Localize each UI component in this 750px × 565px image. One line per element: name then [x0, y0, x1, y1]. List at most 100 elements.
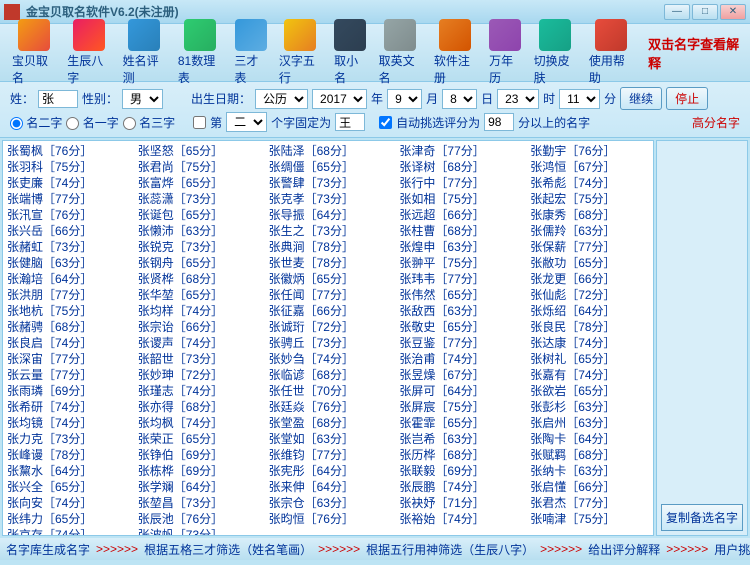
toolbar-宝贝取名[interactable]: 宝贝取名 — [8, 17, 59, 88]
name-item[interactable]: 张云量［77分］ — [5, 367, 128, 383]
name-item[interactable]: 张玮韦［77分］ — [397, 271, 520, 287]
name-item[interactable]: 张瀚培［64分］ — [5, 271, 128, 287]
name-item[interactable]: 张屏宸［75分］ — [397, 399, 520, 415]
toolbar-生辰八字[interactable]: 生辰八字 — [63, 17, 114, 88]
name-item[interactable]: 张译树［68分］ — [397, 159, 520, 175]
name-item[interactable]: 张京存［74分］ — [5, 527, 128, 536]
name-item[interactable]: 张兴岳［66分］ — [5, 223, 128, 239]
fix-char-input[interactable] — [335, 113, 365, 131]
name-list[interactable]: 张蜀枫［76分］张羽科［75分］张吏廉［74分］张端博［77分］张汛宣［76分］… — [2, 140, 654, 536]
name-item[interactable]: 张堂如［63分］ — [267, 431, 390, 447]
name-item[interactable]: 张临谚［68分］ — [267, 367, 390, 383]
name-item[interactable]: 张儒羚［63分］ — [528, 223, 651, 239]
continue-button[interactable]: 继续 — [620, 87, 662, 110]
name-item[interactable]: 张袂妤［71分］ — [397, 495, 520, 511]
month-select[interactable]: 9 — [387, 89, 422, 109]
name-item[interactable]: 张行中［77分］ — [397, 175, 520, 191]
toolbar-姓名评测[interactable]: 姓名评测 — [119, 17, 170, 88]
radio-2char[interactable]: 名二字 — [10, 114, 62, 131]
highscore-link[interactable]: 高分名字 — [692, 114, 740, 131]
name-item[interactable]: 张陶卡［64分］ — [528, 431, 651, 447]
name-item[interactable]: 张任闻［77分］ — [267, 287, 390, 303]
name-item[interactable]: 张吏廉［74分］ — [5, 175, 128, 191]
toolbar-汉字五行[interactable]: 汉字五行 — [275, 17, 326, 88]
name-item[interactable]: 张历桦［68分］ — [397, 447, 520, 463]
name-item[interactable]: 张汛宣［76分］ — [5, 207, 128, 223]
sex-select[interactable]: 男 — [122, 89, 163, 109]
name-item[interactable]: 张徽炳［65分］ — [267, 271, 390, 287]
name-item[interactable]: 张树礼［65分］ — [528, 351, 651, 367]
name-item[interactable]: 张蕊潇［73分］ — [136, 191, 259, 207]
name-item[interactable]: 张黧水［64分］ — [5, 463, 128, 479]
minimize-button[interactable]: — — [664, 4, 690, 20]
name-item[interactable]: 张来伸［64分］ — [267, 479, 390, 495]
name-item[interactable]: 张陆泽［68分］ — [267, 143, 390, 159]
name-item[interactable]: 张翀平［75分］ — [397, 255, 520, 271]
name-item[interactable]: 张荣正［65分］ — [136, 431, 259, 447]
name-item[interactable]: 张昀恒［76分］ — [267, 511, 390, 527]
name-item[interactable]: 张辰池［76分］ — [136, 511, 259, 527]
name-item[interactable]: 张纬力［65分］ — [5, 511, 128, 527]
name-item[interactable]: 张赭虹［73分］ — [5, 239, 128, 255]
name-item[interactable]: 张波帆［73分］ — [136, 527, 259, 536]
name-item[interactable]: 张良民［78分］ — [528, 319, 651, 335]
name-item[interactable]: 张宗诒［66分］ — [136, 319, 259, 335]
name-item[interactable]: 张绸僵［65分］ — [267, 159, 390, 175]
name-item[interactable]: 张谡声［74分］ — [136, 335, 259, 351]
name-item[interactable]: 张均样［74分］ — [136, 303, 259, 319]
name-item[interactable]: 张治甫［74分］ — [397, 351, 520, 367]
name-item[interactable]: 张烁绍［64分］ — [528, 303, 651, 319]
name-item[interactable]: 张妙刍［74分］ — [267, 351, 390, 367]
name-item[interactable]: 张学斓［64分］ — [136, 479, 259, 495]
name-item[interactable]: 张纳卡［63分］ — [528, 463, 651, 479]
toolbar-软件注册[interactable]: 软件注册 — [430, 17, 481, 88]
name-item[interactable]: 张柱曹［68分］ — [397, 223, 520, 239]
name-item[interactable]: 张霍霏［65分］ — [397, 415, 520, 431]
name-item[interactable]: 张妙珅［72分］ — [136, 367, 259, 383]
name-item[interactable]: 张峰谩［78分］ — [5, 447, 128, 463]
name-item[interactable]: 张仙彪［72分］ — [528, 287, 651, 303]
name-item[interactable]: 张向安［74分］ — [5, 495, 128, 511]
name-item[interactable]: 张铮伯［69分］ — [136, 447, 259, 463]
name-item[interactable]: 张地杭［75分］ — [5, 303, 128, 319]
name-item[interactable]: 张征嘉［66分］ — [267, 303, 390, 319]
name-item[interactable]: 张保薪［77分］ — [528, 239, 651, 255]
name-item[interactable]: 张敝功［65分］ — [528, 255, 651, 271]
name-item[interactable]: 张达康［74分］ — [528, 335, 651, 351]
name-item[interactable]: 张克孝［73分］ — [267, 191, 390, 207]
name-item[interactable]: 张敌西［63分］ — [397, 303, 520, 319]
name-item[interactable]: 张栋桦［69分］ — [136, 463, 259, 479]
toolbar-取小名[interactable]: 取小名 — [330, 17, 370, 88]
name-item[interactable]: 张生之［73分］ — [267, 223, 390, 239]
score-input[interactable] — [484, 113, 514, 131]
name-item[interactable]: 张赭骋［68分］ — [5, 319, 128, 335]
name-item[interactable]: 张导振［64分］ — [267, 207, 390, 223]
name-item[interactable]: 张懒沛［63分］ — [136, 223, 259, 239]
name-item[interactable]: 张诚珩［72分］ — [267, 319, 390, 335]
toolbar-取英文名[interactable]: 取英文名 — [375, 17, 426, 88]
name-item[interactable]: 张健脑［63分］ — [5, 255, 128, 271]
name-item[interactable]: 张如相［75分］ — [397, 191, 520, 207]
toolbar-三才表[interactable]: 三才表 — [230, 17, 270, 88]
name-item[interactable]: 张联毅［69分］ — [397, 463, 520, 479]
fix-checkbox[interactable] — [193, 116, 206, 129]
stop-button[interactable]: 停止 — [666, 87, 708, 110]
radio-3char[interactable]: 名三字 — [123, 114, 175, 131]
name-item[interactable]: 张华堃［65分］ — [136, 287, 259, 303]
name-item[interactable]: 张龙更［66分］ — [528, 271, 651, 287]
toolbar-万年历[interactable]: 万年历 — [485, 17, 525, 88]
name-item[interactable]: 张贤桦［68分］ — [136, 271, 259, 287]
surname-input[interactable] — [38, 90, 78, 108]
name-item[interactable]: 张世麦［78分］ — [267, 255, 390, 271]
toolbar-使用帮助[interactable]: 使用帮助 — [585, 17, 636, 88]
maximize-button[interactable]: □ — [692, 4, 718, 20]
name-item[interactable]: 张启州［63分］ — [528, 415, 651, 431]
fix-pos-select[interactable]: 二 — [226, 112, 267, 132]
name-item[interactable]: 张希彪［74分］ — [528, 175, 651, 191]
toolbar-81数理表[interactable]: 81数理表 — [174, 17, 227, 88]
name-item[interactable]: 张良启［74分］ — [5, 335, 128, 351]
day-select[interactable]: 8 — [442, 89, 477, 109]
name-item[interactable]: 张豆鉴［77分］ — [397, 335, 520, 351]
copy-button[interactable]: 复制备选名字 — [661, 504, 743, 531]
name-item[interactable]: 张钢舟［65分］ — [136, 255, 259, 271]
